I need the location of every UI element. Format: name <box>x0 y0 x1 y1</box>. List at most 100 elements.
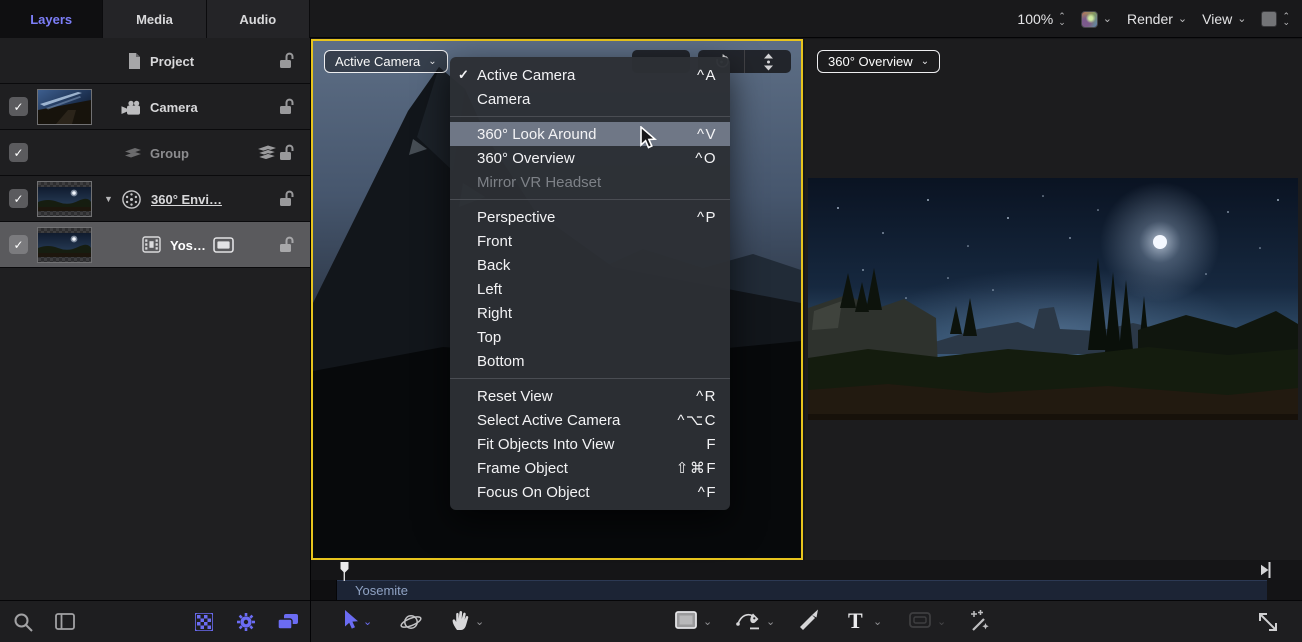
dolly-icon <box>762 53 775 71</box>
panel-tabs: Layers Media Audio <box>0 0 310 38</box>
layer-checkbox[interactable]: ✓ <box>9 235 28 254</box>
environment-thumbnail <box>37 181 92 217</box>
menu-item-perspective[interactable]: Perspective ^P <box>450 205 730 229</box>
media-well-badge[interactable] <box>213 237 234 258</box>
film-strip-icon <box>142 236 161 258</box>
menu-item-camera[interactable]: Camera <box>450 87 730 111</box>
mask-tool-disabled <box>909 612 931 633</box>
layer-checkbox[interactable]: ✓ <box>9 189 28 208</box>
pan-hand-tool[interactable] <box>449 609 471 637</box>
tab-layers[interactable]: Layers <box>0 0 103 38</box>
dolly-button[interactable] <box>745 50 791 73</box>
tab-media[interactable]: Media <box>103 0 206 38</box>
zoom-level-value: 100% <box>1017 11 1053 27</box>
color-well-swatch <box>1261 11 1277 27</box>
layers-panel-toolbar <box>0 600 310 642</box>
menu-item-bottom[interactable]: Bottom <box>450 349 730 373</box>
panel-layout-icon[interactable] <box>55 613 75 635</box>
unlock-icon[interactable] <box>279 236 296 258</box>
search-icon[interactable] <box>13 612 34 638</box>
unlock-icon[interactable] <box>279 190 296 212</box>
layer-row-yosemite[interactable]: ✓ Yos… <box>0 222 310 268</box>
paint-stroke-tool[interactable] <box>796 609 820 638</box>
timeline-ruler[interactable] <box>311 560 1302 580</box>
layer-row-group[interactable]: ✓ Group <box>0 130 310 176</box>
channels-control[interactable]: ⌄ <box>1081 11 1112 28</box>
orbit-3d-tool[interactable] <box>399 610 423 639</box>
unlock-icon[interactable] <box>279 52 296 74</box>
layer-label: Camera <box>150 84 198 130</box>
chevron-down-icon: ⌄ <box>1103 14 1112 24</box>
menu-separator <box>450 199 730 200</box>
expand-timeline-icon[interactable] <box>1256 610 1280 639</box>
overview-camera-select[interactable]: 360° Overview ⌄ <box>817 50 940 73</box>
library-windows-icon[interactable] <box>277 612 299 636</box>
timeline-track: Yosemite <box>311 580 1302 600</box>
menu-item-back[interactable]: Back <box>450 253 730 277</box>
view-label: View <box>1202 11 1232 27</box>
menu-item-left[interactable]: Left <box>450 277 730 301</box>
menu-item-reset-view[interactable]: Reset View ^R <box>450 384 730 408</box>
panorama-image <box>808 178 1298 420</box>
chevron-down-icon: ⌄ <box>428 57 436 67</box>
menu-item-active-camera[interactable]: ✓ Active Camera ^A <box>450 63 730 87</box>
chevron-down-icon[interactable]: ⌄ <box>766 615 775 628</box>
motion-app-window: Layers Media Audio 100% ⌃⌄ ⌄ Render ⌄ Vi… <box>0 0 1302 642</box>
bezier-pen-tool[interactable] <box>735 609 761 636</box>
menu-item-360-overview[interactable]: 360° Overview ^O <box>450 146 730 170</box>
chevron-down-icon[interactable]: ⌄ <box>475 615 484 628</box>
menu-item-right[interactable]: Right <box>450 301 730 325</box>
menu-item-focus-on-object[interactable]: Focus On Object ^F <box>450 480 730 504</box>
behaviors-gear-icon[interactable] <box>236 612 256 637</box>
unlock-icon[interactable] <box>279 144 296 166</box>
layer-row-360-environment[interactable]: ✓ ▼ 360° Envi… <box>0 176 310 222</box>
menu-item-top[interactable]: Top <box>450 325 730 349</box>
yosemite-clip-bar[interactable]: Yosemite <box>337 580 1267 600</box>
color-well-stepper-icon[interactable]: ⌃⌄ <box>1282 13 1290 25</box>
menu-item-front[interactable]: Front <box>450 229 730 253</box>
menu-item-mirror-vr-headset: Mirror VR Headset <box>450 170 730 194</box>
chevron-down-icon[interactable]: ⌄ <box>873 615 882 628</box>
text-tool[interactable]: T <box>848 609 863 633</box>
layer-row-project[interactable]: Project <box>0 38 310 84</box>
track-header <box>311 580 337 600</box>
zoom-level-control[interactable]: 100% ⌃⌄ <box>1017 11 1065 27</box>
menu-item-360-look-around[interactable]: 360° Look Around ^V <box>450 122 730 146</box>
view-menu-button[interactable]: View ⌄ <box>1202 11 1246 27</box>
layers-panel: Project ✓ Camera <box>0 38 310 603</box>
layer-checkbox[interactable]: ✓ <box>9 97 28 116</box>
canvas-toolbar: ⌄ ⌄ ⌄ ⌄ T ⌄ ⌄ <box>311 600 1302 642</box>
menu-item-fit-objects-into-view[interactable]: Fit Objects Into View F <box>450 432 730 456</box>
camera-select-label: Active Camera <box>335 54 420 69</box>
layer-checkbox[interactable]: ✓ <box>9 143 28 162</box>
render-label: Render <box>1127 11 1173 27</box>
filters-checkerboard-icon[interactable] <box>195 613 213 636</box>
adjust-wand-icon[interactable] <box>967 609 991 638</box>
overview-select-label: 360° Overview <box>828 54 913 69</box>
top-toolbar: Layers Media Audio 100% ⌃⌄ ⌄ Render ⌄ Vi… <box>0 0 1302 38</box>
sphere-360-icon <box>121 189 142 215</box>
out-point-marker[interactable] <box>1258 561 1274 579</box>
unlock-icon[interactable] <box>279 98 296 120</box>
layer-row-camera[interactable]: ✓ Camera <box>0 84 310 130</box>
menu-item-frame-object[interactable]: Frame Object ⇧⌘F <box>450 456 730 480</box>
checkmark-icon: ✓ <box>458 67 474 83</box>
chevron-down-icon: ⌄ <box>1237 14 1246 24</box>
clip-label: Yosemite <box>355 583 408 598</box>
zoom-stepper-icon[interactable]: ⌃⌄ <box>1058 13 1066 25</box>
rectangle-shape-tool[interactable] <box>675 611 697 634</box>
render-menu-button[interactable]: Render ⌄ <box>1127 11 1187 27</box>
playhead-marker[interactable] <box>338 561 351 581</box>
camera-view-select[interactable]: Active Camera ⌄ <box>324 50 448 73</box>
chevron-down-icon[interactable]: ⌄ <box>703 615 712 628</box>
select-transform-tool[interactable] <box>341 609 359 636</box>
tab-audio[interactable]: Audio <box>207 0 310 38</box>
disclosure-triangle-icon[interactable]: ▼ <box>104 194 113 204</box>
chevron-down-icon[interactable]: ⌄ <box>363 615 372 628</box>
menu-item-select-active-camera[interactable]: Select Active Camera ^⌥C <box>450 408 730 432</box>
channels-swatch-icon <box>1081 11 1098 28</box>
layer-label: Project <box>150 38 194 84</box>
camera-layer-thumbnail <box>37 89 92 125</box>
color-well-control[interactable]: ⌃⌄ <box>1261 11 1290 27</box>
mouse-pointer-icon <box>637 126 657 150</box>
